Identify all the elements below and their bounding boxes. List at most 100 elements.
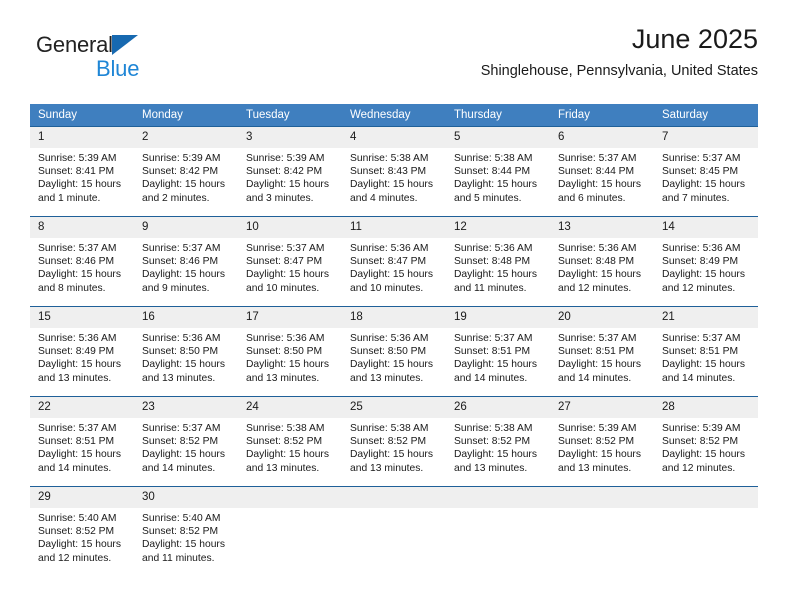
day-number: 27 bbox=[550, 397, 654, 418]
day-details: Sunrise: 5:40 AM Sunset: 8:52 PM Daylight:… bbox=[30, 508, 134, 565]
day-number: 25 bbox=[342, 397, 446, 418]
day-details: Sunrise: 5:36 AM Sunset: 8:49 PM Daylight:… bbox=[654, 238, 758, 295]
calendar-day-cell[interactable]: 7 Sunrise: 5:37 AM Sunset: 8:45 PM Daylight… bbox=[654, 126, 758, 217]
sunset-text: Sunset: 8:48 PM bbox=[454, 256, 531, 268]
calendar-day-cell[interactable]: 13 Sunrise: 5:36 AM Sunset: 8:48 PM Dayligh… bbox=[550, 216, 654, 307]
calendar-day-cell[interactable]: 4 Sunrise: 5:38 AM Sunset: 8:43 PM Daylight… bbox=[342, 126, 446, 217]
page-title: June 2025 bbox=[631, 24, 758, 54]
sunrise-text: Sunrise: 5:36 AM bbox=[246, 333, 325, 344]
daylight-text-line2: and 13 minutes. bbox=[142, 372, 216, 384]
daylight-text-line1: Daylight: 15 hours bbox=[246, 179, 329, 191]
daylight-text-line1: Daylight: 15 hours bbox=[454, 449, 537, 461]
daylight-text-line1: Daylight: 15 hours bbox=[246, 449, 329, 461]
calendar-day-cell[interactable]: 15 Sunrise: 5:36 AM Sunset: 8:49 PM Dayligh… bbox=[30, 306, 134, 397]
day-number: 3 bbox=[238, 127, 342, 148]
day-details: Sunrise: 5:37 AM Sunset: 8:47 PM Daylight:… bbox=[238, 238, 342, 295]
day-details: Sunrise: 5:37 AM Sunset: 8:44 PM Daylight:… bbox=[550, 148, 654, 205]
calendar-day-cell[interactable]: 2 Sunrise: 5:39 AM Sunset: 8:42 PM Daylight… bbox=[134, 126, 238, 217]
calendar-day-cell[interactable]: 11 Sunrise: 5:36 AM Sunset: 8:47 PM Dayligh… bbox=[342, 216, 446, 307]
sunrise-text: Sunrise: 5:39 AM bbox=[142, 153, 221, 164]
calendar-day-cell[interactable]: 3 Sunrise: 5:39 AM Sunset: 8:42 PM Daylight… bbox=[238, 126, 342, 217]
calendar-day-cell[interactable]: 22 Sunrise: 5:37 AM Sunset: 8:51 PM Dayligh… bbox=[30, 396, 134, 487]
daylight-text-line1: Daylight: 15 hours bbox=[142, 269, 225, 281]
calendar-day-cell[interactable]: 10 Sunrise: 5:37 AM Sunset: 8:47 PM Dayligh… bbox=[238, 216, 342, 307]
daylight-text-line2: and 13 minutes. bbox=[246, 372, 320, 384]
sunset-text: Sunset: 8:45 PM bbox=[662, 166, 739, 178]
calendar-day-cell[interactable]: 12 Sunrise: 5:36 AM Sunset: 8:48 PM Dayligh… bbox=[446, 216, 550, 307]
daylight-text-line1: Daylight: 15 hours bbox=[142, 449, 225, 461]
calendar-day-cell[interactable]: 30 Sunrise: 5:40 AM Sunset: 8:52 PM Dayligh… bbox=[134, 486, 238, 577]
day-number: 4 bbox=[342, 127, 446, 148]
day-details: Sunrise: 5:40 AM Sunset: 8:52 PM Daylight:… bbox=[134, 508, 238, 565]
daylight-text-line1: Daylight: 15 hours bbox=[662, 359, 745, 371]
sunrise-text: Sunrise: 5:38 AM bbox=[454, 423, 533, 434]
calendar-day-cell[interactable]: 24 Sunrise: 5:38 AM Sunset: 8:52 PM Dayligh… bbox=[238, 396, 342, 487]
calendar-day-cell[interactable]: 21 Sunrise: 5:37 AM Sunset: 8:51 PM Dayligh… bbox=[654, 306, 758, 397]
calendar-day-cell[interactable]: 23 Sunrise: 5:37 AM Sunset: 8:52 PM Dayligh… bbox=[134, 396, 238, 487]
day-details: Sunrise: 5:36 AM Sunset: 8:50 PM Daylight:… bbox=[342, 328, 446, 385]
daylight-text-line1: Daylight: 15 hours bbox=[38, 359, 121, 371]
calendar-day-cell[interactable]: 5 Sunrise: 5:38 AM Sunset: 8:44 PM Daylight… bbox=[446, 126, 550, 217]
calendar-day-cell[interactable]: 1 Sunrise: 5:39 AM Sunset: 8:41 PM Daylight… bbox=[30, 126, 134, 217]
calendar-day-cell[interactable]: 19 Sunrise: 5:37 AM Sunset: 8:51 PM Dayligh… bbox=[446, 306, 550, 397]
daylight-text-line1: Daylight: 15 hours bbox=[350, 179, 433, 191]
day-number bbox=[446, 487, 550, 508]
calendar-day-cell[interactable]: 28 Sunrise: 5:39 AM Sunset: 8:52 PM Dayligh… bbox=[654, 396, 758, 487]
calendar-week-row: 8 Sunrise: 5:37 AM Sunset: 8:46 PM Daylight… bbox=[30, 216, 758, 307]
daylight-text-line1: Daylight: 15 hours bbox=[350, 359, 433, 371]
calendar-day-cell[interactable]: 20 Sunrise: 5:37 AM Sunset: 8:51 PM Dayligh… bbox=[550, 306, 654, 397]
weekday-header-thursday: Thursday bbox=[446, 104, 550, 127]
daylight-text-line2: and 12 minutes. bbox=[38, 552, 112, 564]
day-number: 7 bbox=[654, 127, 758, 148]
calendar-day-cell[interactable]: 6 Sunrise: 5:37 AM Sunset: 8:44 PM Daylight… bbox=[550, 126, 654, 217]
sunrise-text: Sunrise: 5:38 AM bbox=[350, 423, 429, 434]
calendar-day-cell[interactable]: 8 Sunrise: 5:37 AM Sunset: 8:46 PM Daylight… bbox=[30, 216, 134, 307]
calendar-day-cell[interactable]: 27 Sunrise: 5:39 AM Sunset: 8:52 PM Dayligh… bbox=[550, 396, 654, 487]
daylight-text-line2: and 8 minutes. bbox=[38, 282, 106, 294]
day-number: 8 bbox=[30, 217, 134, 238]
logo[interactable]: General Blue bbox=[36, 32, 216, 86]
sunrise-text: Sunrise: 5:37 AM bbox=[38, 423, 117, 434]
day-details: Sunrise: 5:36 AM Sunset: 8:50 PM Daylight:… bbox=[238, 328, 342, 385]
daylight-text-line2: and 4 minutes. bbox=[350, 192, 418, 204]
day-number: 20 bbox=[550, 307, 654, 328]
sunrise-text: Sunrise: 5:39 AM bbox=[558, 423, 637, 434]
daylight-text-line1: Daylight: 15 hours bbox=[558, 359, 641, 371]
daylight-text-line1: Daylight: 15 hours bbox=[142, 359, 225, 371]
calendar-day-cell[interactable]: 17 Sunrise: 5:36 AM Sunset: 8:50 PM Dayligh… bbox=[238, 306, 342, 397]
sunrise-text: Sunrise: 5:39 AM bbox=[38, 153, 117, 164]
day-number bbox=[654, 487, 758, 508]
calendar-day-cell[interactable]: 26 Sunrise: 5:38 AM Sunset: 8:52 PM Dayligh… bbox=[446, 396, 550, 487]
day-number: 6 bbox=[550, 127, 654, 148]
daylight-text-line2: and 13 minutes. bbox=[350, 372, 424, 384]
daylight-text-line1: Daylight: 15 hours bbox=[246, 269, 329, 281]
daylight-text-line2: and 6 minutes. bbox=[558, 192, 626, 204]
sunset-text: Sunset: 8:52 PM bbox=[662, 436, 739, 448]
day-number: 24 bbox=[238, 397, 342, 418]
triangle-icon bbox=[112, 35, 138, 55]
calendar-day-cell[interactable]: 18 Sunrise: 5:36 AM Sunset: 8:50 PM Dayligh… bbox=[342, 306, 446, 397]
sunrise-text: Sunrise: 5:36 AM bbox=[38, 333, 117, 344]
sunrise-text: Sunrise: 5:36 AM bbox=[558, 243, 637, 254]
sunset-text: Sunset: 8:50 PM bbox=[350, 346, 427, 358]
day-number: 2 bbox=[134, 127, 238, 148]
daylight-text-line1: Daylight: 15 hours bbox=[558, 179, 641, 191]
calendar-day-cell[interactable]: 9 Sunrise: 5:37 AM Sunset: 8:46 PM Daylight… bbox=[134, 216, 238, 307]
day-number: 13 bbox=[550, 217, 654, 238]
calendar-day-cell[interactable]: 25 Sunrise: 5:38 AM Sunset: 8:52 PM Dayligh… bbox=[342, 396, 446, 487]
day-details: Sunrise: 5:36 AM Sunset: 8:49 PM Daylight:… bbox=[30, 328, 134, 385]
sunrise-text: Sunrise: 5:38 AM bbox=[246, 423, 325, 434]
daylight-text-line1: Daylight: 15 hours bbox=[38, 539, 121, 551]
daylight-text-line2: and 14 minutes. bbox=[558, 372, 632, 384]
day-number: 12 bbox=[446, 217, 550, 238]
page-subtitle: Shinglehouse, Pennsylvania, United State… bbox=[480, 63, 758, 79]
daylight-text-line2: and 10 minutes. bbox=[350, 282, 424, 294]
calendar-day-cell[interactable]: 16 Sunrise: 5:36 AM Sunset: 8:50 PM Dayligh… bbox=[134, 306, 238, 397]
daylight-text-line1: Daylight: 15 hours bbox=[558, 449, 641, 461]
logo-text-blue: Blue bbox=[96, 56, 140, 81]
day-details: Sunrise: 5:36 AM Sunset: 8:48 PM Daylight:… bbox=[550, 238, 654, 295]
day-number: 26 bbox=[446, 397, 550, 418]
calendar-day-cell[interactable]: 14 Sunrise: 5:36 AM Sunset: 8:49 PM Dayligh… bbox=[654, 216, 758, 307]
calendar-day-cell[interactable]: 29 Sunrise: 5:40 AM Sunset: 8:52 PM Dayligh… bbox=[30, 486, 134, 577]
daylight-text-line1: Daylight: 15 hours bbox=[38, 269, 121, 281]
